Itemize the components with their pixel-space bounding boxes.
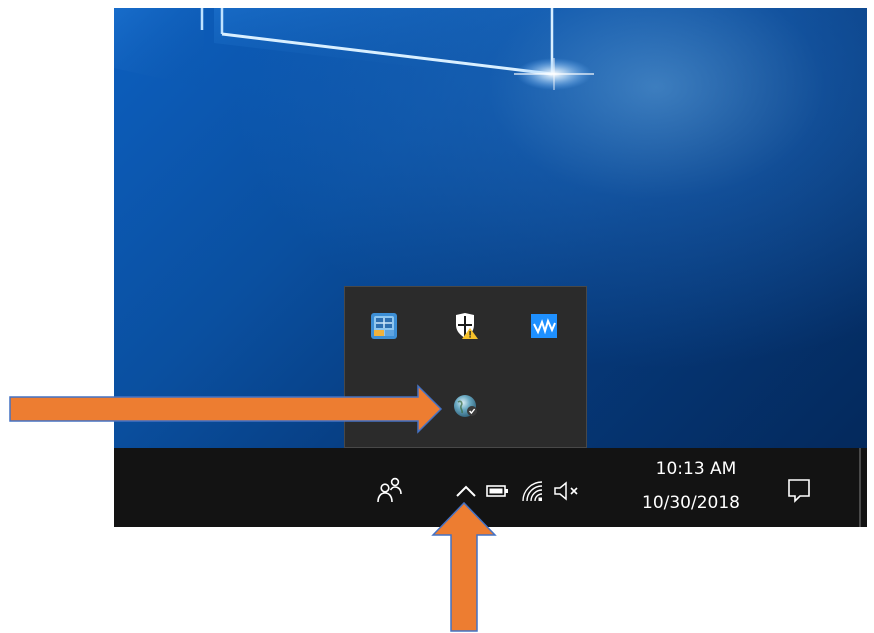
network-tool-icon[interactable] <box>370 312 398 340</box>
clock-time: 10:13 AM <box>655 459 737 479</box>
show-desktop-button[interactable] <box>859 448 867 527</box>
wifi-icon[interactable] <box>518 477 546 505</box>
battery-icon[interactable] <box>484 478 512 504</box>
taskbar-clock[interactable]: 10:13 AM 10/30/2018 <box>626 458 756 514</box>
notification-overflow-panel <box>344 286 587 448</box>
windows-defender-warning-icon[interactable] <box>452 312 480 340</box>
screenshot: 10:13 AM 10/30/2018 <box>114 8 867 527</box>
taskbar: 10:13 AM 10/30/2018 <box>114 448 867 527</box>
globe-app-icon[interactable] <box>452 392 480 420</box>
hidden-app-icon[interactable] <box>370 390 398 418</box>
desktop-background <box>114 8 867 448</box>
chevron-up-icon[interactable] <box>451 478 481 504</box>
clock-date: 10/30/2018 <box>642 493 740 513</box>
waves-audio-icon[interactable] <box>530 312 558 340</box>
action-center-icon[interactable] <box>782 474 816 506</box>
people-icon[interactable] <box>374 474 406 506</box>
volume-muted-icon[interactable] <box>550 477 586 505</box>
